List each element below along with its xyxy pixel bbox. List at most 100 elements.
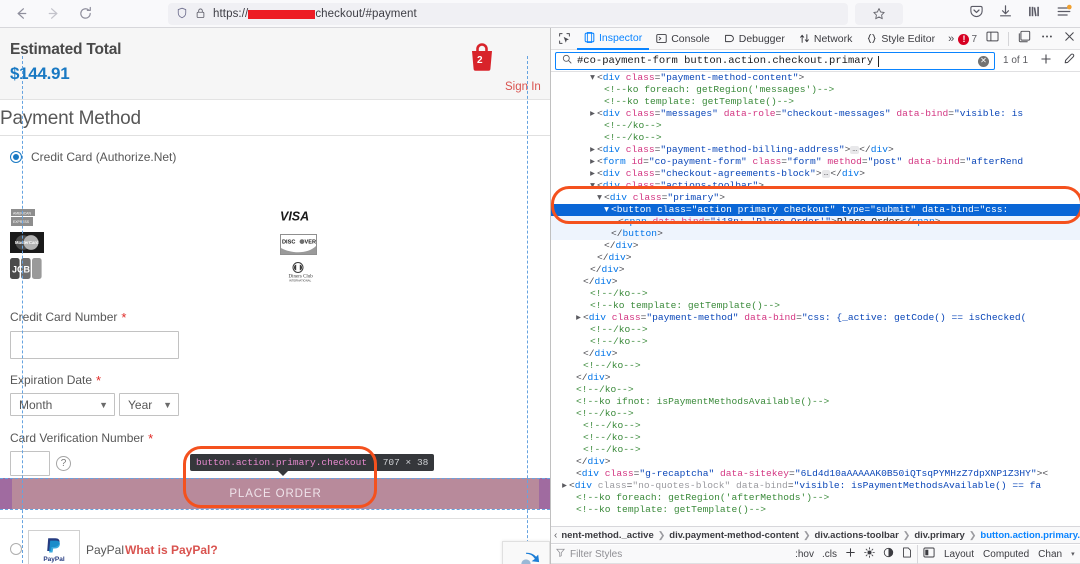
tab-style-editor[interactable]: Style Editor	[859, 28, 942, 50]
chevron-down-icon[interactable]: ▾	[1071, 550, 1075, 558]
dom-node[interactable]: <!--ko template: getTemplate()-->	[551, 504, 1080, 516]
dom-node[interactable]: </button>	[551, 228, 1080, 240]
tab-debugger[interactable]: Debugger	[717, 28, 792, 50]
dom-node[interactable]: </div>	[551, 276, 1080, 288]
tracking-protection-shield-icon[interactable]	[176, 7, 188, 22]
url-bar[interactable]: https://checkout/#payment	[168, 3, 848, 25]
clear-input-icon[interactable]: ✕	[978, 56, 989, 67]
back-button[interactable]	[6, 2, 36, 26]
dom-node[interactable]: <!--ko ifnot: isPaymentMethodsAvailable(…	[551, 396, 1080, 408]
breadcrumb-item-4[interactable]: button.action.primary.checkout	[980, 530, 1080, 541]
split-view-icon[interactable]	[923, 547, 935, 561]
tab-network[interactable]: Network	[792, 28, 860, 50]
dom-node[interactable]: ▸<div class="checkout-agreements-block">…	[551, 168, 1080, 180]
forward-button[interactable]	[38, 2, 68, 26]
dom-node[interactable]: <!--/ko-->	[551, 288, 1080, 300]
dark-scheme-icon[interactable]	[883, 547, 894, 561]
twisty-closed-icon[interactable]: ▸	[588, 156, 597, 168]
breadcrumb-item-3[interactable]: div.primary	[914, 530, 965, 541]
question-mark-icon[interactable]: ?	[56, 456, 71, 471]
downloads-icon[interactable]	[998, 4, 1013, 24]
dom-node[interactable]: <div class="g-recaptcha" data-sitekey="6…	[551, 468, 1080, 480]
dom-node[interactable]: <!--/ko-->	[551, 336, 1080, 348]
reload-button[interactable]	[70, 2, 100, 26]
breadcrumb-item-0[interactable]: nent-method._active	[561, 530, 653, 541]
plus-icon[interactable]	[1040, 52, 1052, 70]
tab-computed[interactable]: Computed	[983, 549, 1029, 560]
twisty-open-icon[interactable]: ▾	[588, 72, 597, 84]
payment-method-credit-card[interactable]: Credit Card (Authorize.Net)	[10, 150, 176, 164]
twisty-closed-icon[interactable]: ▸	[588, 108, 597, 120]
dom-node[interactable]: <!--ko template: getTemplate()-->	[551, 300, 1080, 312]
breadcrumb-item-1[interactable]: div.payment-method-content	[669, 530, 799, 541]
dom-node[interactable]: </div>	[551, 456, 1080, 468]
dom-node[interactable]: <!--/ko-->	[551, 324, 1080, 336]
dom-node[interactable]: <!--/ko-->	[551, 444, 1080, 456]
dom-node[interactable]: <span data-bind="i18n: 'Place Order'">Pl…	[551, 216, 1080, 228]
twisty-open-icon[interactable]: ▾	[602, 204, 611, 216]
bookmark-button[interactable]	[855, 3, 903, 25]
sign-in-link[interactable]: Sign In	[505, 81, 541, 93]
breadcrumb-item-2[interactable]: div.actions-toolbar	[815, 530, 899, 541]
twisty-closed-icon[interactable]: ▸	[588, 168, 597, 180]
expiration-year-select[interactable]: Year ▼	[119, 393, 179, 416]
dom-node[interactable]: <!--/ko-->	[551, 408, 1080, 420]
dom-node[interactable]: <!--ko foreach: getRegion('messages')-->	[551, 84, 1080, 96]
cvv-input[interactable]	[10, 451, 50, 476]
twisty-closed-icon[interactable]: ▸	[574, 312, 583, 324]
pocket-icon[interactable]	[969, 4, 984, 24]
dom-node[interactable]: ▸<div class="messages" data-role="checko…	[551, 108, 1080, 120]
dom-node[interactable]: <!--ko template: getTemplate()-->	[551, 96, 1080, 108]
dom-node[interactable]: <!--/ko-->	[551, 360, 1080, 372]
responsive-design-mode-icon[interactable]	[986, 30, 999, 48]
dom-node-selected[interactable]: ▾<button class="action primary checkout"…	[551, 204, 1080, 216]
dom-node[interactable]: <!--ko foreach: getRegion('afterMethods'…	[551, 492, 1080, 504]
dom-node[interactable]: </div>	[551, 240, 1080, 252]
twisty-open-icon[interactable]: ▾	[595, 192, 604, 204]
dom-tree[interactable]: ▾<div class="payment-method-content"><!-…	[551, 72, 1080, 526]
dom-node[interactable]: ▸<form id="co-payment-form" class="form"…	[551, 156, 1080, 168]
twisty-open-icon[interactable]: ▾	[588, 180, 597, 192]
dom-node[interactable]: </div>	[551, 264, 1080, 276]
hov-toggle[interactable]: :hov	[795, 549, 814, 560]
dom-node[interactable]: <!--/ko-->	[551, 420, 1080, 432]
tab-changes[interactable]: Chan	[1038, 549, 1062, 560]
hamburger-menu-icon[interactable]	[1056, 4, 1072, 24]
url-text[interactable]: https://checkout/#payment	[213, 8, 417, 20]
dom-node[interactable]: ▾<div class="payment-method-content">	[551, 72, 1080, 84]
dom-node[interactable]: ▸<div class="payment-method" data-bind="…	[551, 312, 1080, 324]
what-is-paypal-link[interactable]: What is PayPal?	[125, 543, 218, 557]
twisty-closed-icon[interactable]: ▸	[588, 144, 597, 156]
element-picker-button[interactable]	[551, 28, 577, 50]
dom-node[interactable]: </div>	[551, 372, 1080, 384]
credit-card-number-input[interactable]	[10, 331, 179, 359]
dock-panel-icon[interactable]	[1018, 30, 1031, 48]
dom-node[interactable]: ▸<div class="no-quotes-block" data-bind=…	[551, 480, 1080, 492]
padlock-icon[interactable]	[195, 7, 206, 22]
dom-node[interactable]: <!--/ko-->	[551, 432, 1080, 444]
radio-credit-card[interactable]	[10, 151, 22, 163]
close-icon[interactable]	[1063, 30, 1076, 48]
cls-toggle[interactable]: .cls	[822, 549, 837, 560]
plus-icon[interactable]	[845, 547, 856, 561]
dom-node[interactable]: ▸<div class="payment-method-billing-addr…	[551, 144, 1080, 156]
dom-node[interactable]: <!--/ko-->	[551, 132, 1080, 144]
breadcrumb-left-chevron[interactable]: ‹	[554, 530, 557, 541]
dom-node[interactable]: ▾<div class="primary">	[551, 192, 1080, 204]
cart-button[interactable]: 2	[468, 42, 496, 72]
dom-node[interactable]: <!--/ko-->	[551, 120, 1080, 132]
place-order-button[interactable]: PLACE ORDER	[12, 478, 539, 509]
library-icon[interactable]	[1027, 4, 1042, 24]
light-scheme-icon[interactable]	[864, 547, 875, 561]
payment-method-paypal[interactable]: PayPal PayPal What is PayPal?	[0, 518, 550, 564]
twisty-closed-icon[interactable]: ▸	[560, 480, 569, 492]
expiration-month-select[interactable]: Month ▼	[10, 393, 115, 416]
dom-node[interactable]: <!--/ko-->	[551, 384, 1080, 396]
tab-inspector[interactable]: Inspector	[577, 28, 649, 50]
search-input[interactable]: #co-payment-form button.action.checkout.…	[555, 52, 995, 70]
print-media-icon[interactable]	[902, 547, 912, 561]
error-count-badge[interactable]: ! 7	[958, 34, 977, 45]
tab-console[interactable]: Console	[649, 28, 717, 50]
tab-layout[interactable]: Layout	[944, 549, 974, 560]
dom-node[interactable]: ▾<div class="actions-toolbar">	[551, 180, 1080, 192]
